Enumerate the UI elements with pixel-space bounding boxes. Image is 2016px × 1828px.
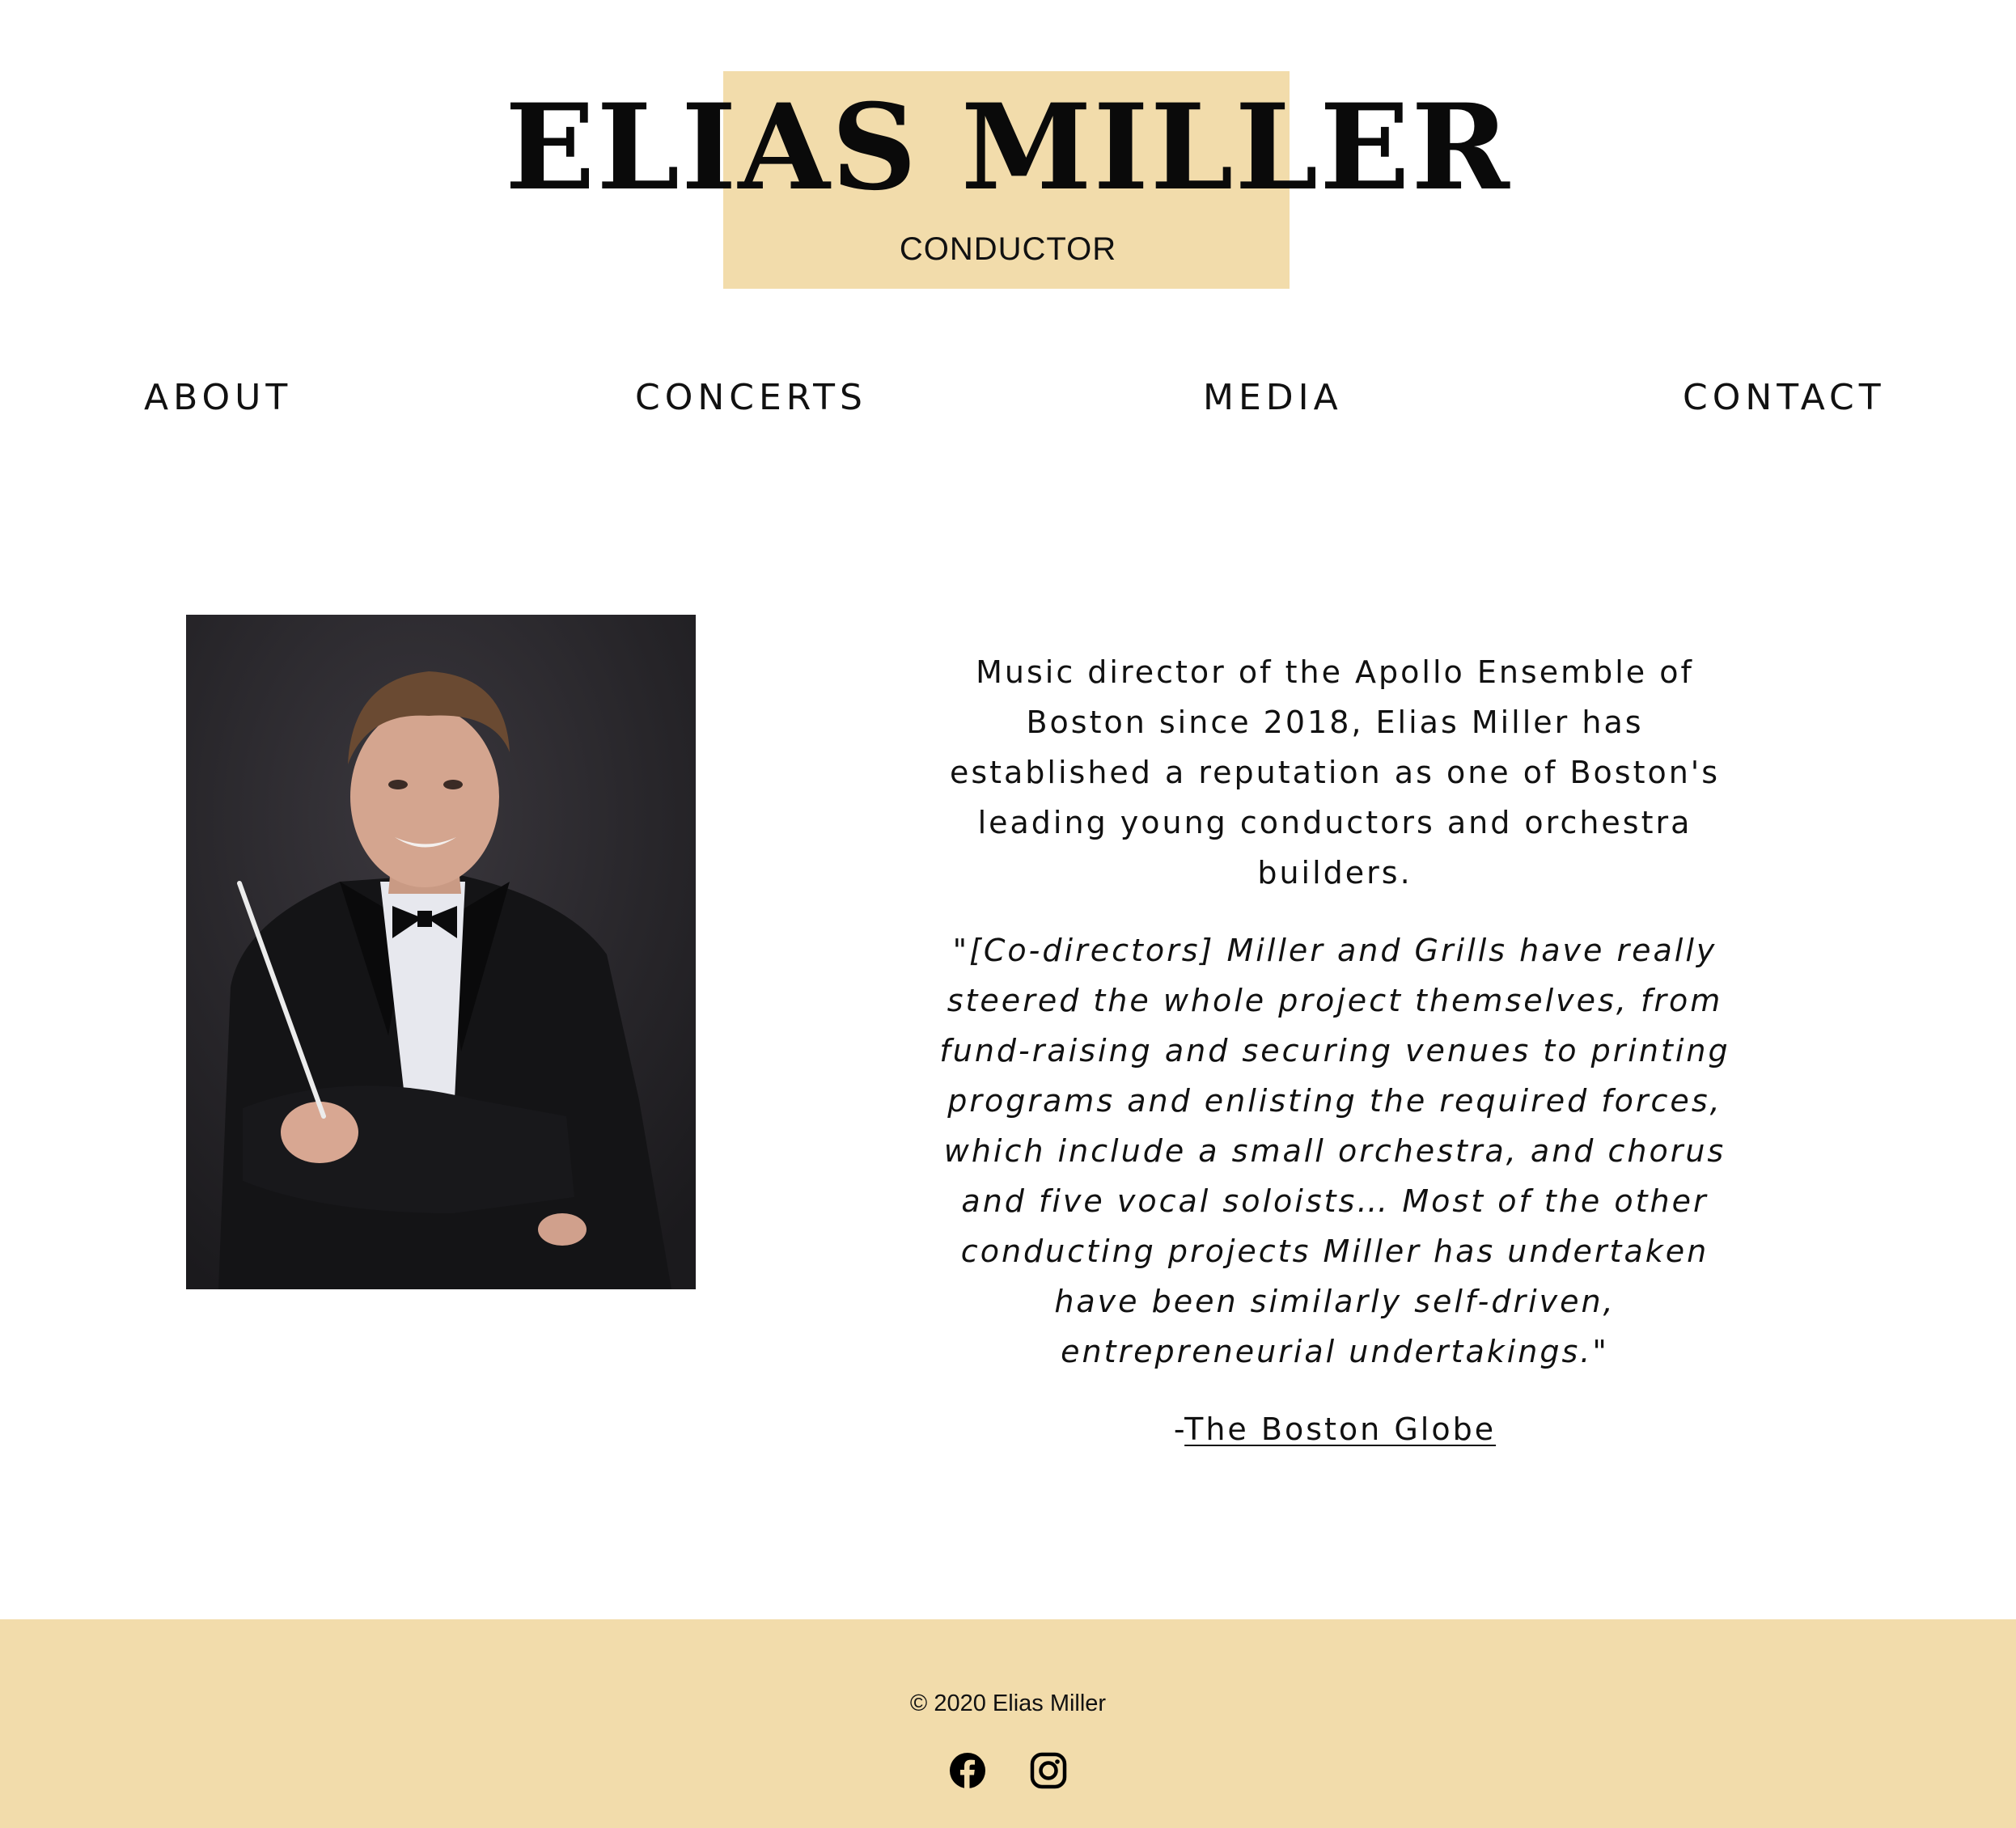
nav-item-about[interactable]: ABOUT [144,374,292,422]
instagram-icon[interactable] [1030,1752,1067,1789]
bio-section: Music director of the Apollo Ensemble of… [922,647,1747,1454]
site-subtitle: CONDUCTOR [899,231,1117,267]
copyright-text: © 2020 Elias Miller [909,1690,1107,1716]
quote-source: -The Boston Globe [922,1404,1747,1454]
social-links [0,1752,2016,1797]
conductor-portrait-photo [186,615,696,1289]
facebook-icon[interactable] [949,1752,986,1789]
press-quote: "[Co-directors] Miller and Grills have r… [939,933,1730,1369]
nav-item-concerts[interactable]: CONCERTS [635,374,867,422]
quote-source-prefix: - [1173,1411,1185,1447]
nav-item-media[interactable]: MEDIA [1203,374,1343,422]
bio-intro-text: Music director of the Apollo Ensemble of… [949,654,1721,891]
main-nav: ABOUT CONCERTS MEDIA CONTACT [0,374,2016,422]
boston-globe-link[interactable]: The Boston Globe [1184,1411,1496,1447]
site-header: ELIAS MILLER CONDUCTOR [0,0,2016,307]
site-footer: © 2020 Elias Miller [0,1619,2016,1828]
nav-item-contact[interactable]: CONTACT [1683,374,1886,422]
site-title[interactable]: ELIAS MILLER [0,89,2016,207]
